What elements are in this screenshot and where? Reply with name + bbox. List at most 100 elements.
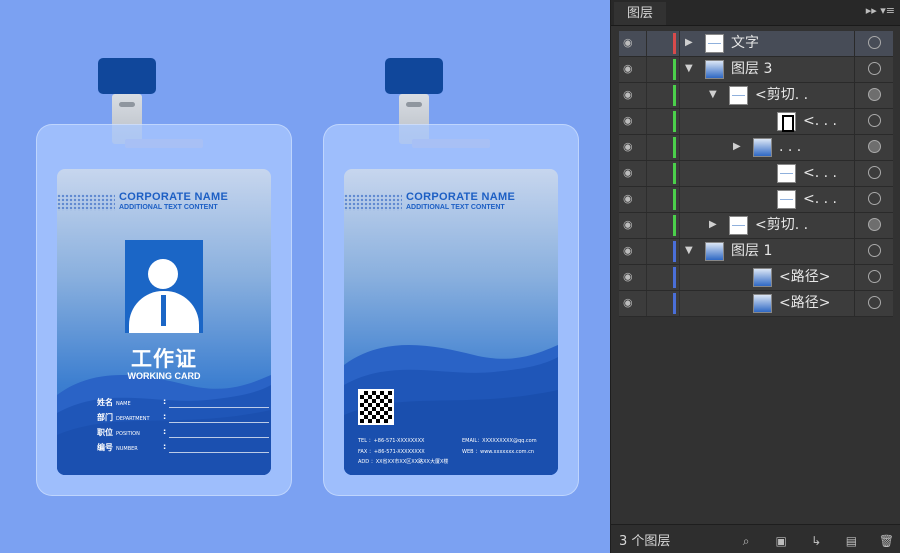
layer-row[interactable]: ◉ ▼ 图层 1 bbox=[619, 239, 893, 265]
contact-fax: FAX ：+86-571-XXXXXXXX bbox=[358, 449, 425, 455]
layer-thumbnail bbox=[729, 86, 748, 105]
collapsed-triangle-icon[interactable]: ▶ bbox=[685, 37, 693, 49]
eye-icon[interactable]: ◉ bbox=[623, 167, 637, 179]
eye-icon[interactable]: ◉ bbox=[623, 89, 637, 101]
field-colon: : bbox=[163, 427, 167, 436]
layer-row[interactable]: ◉ <路径> bbox=[619, 291, 893, 317]
target-circle-icon[interactable] bbox=[868, 166, 881, 179]
lock-slot[interactable] bbox=[646, 109, 647, 134]
eye-icon[interactable]: ◉ bbox=[623, 271, 637, 283]
layer-name[interactable]: <. . . bbox=[803, 163, 837, 184]
layer-name[interactable]: <路径> bbox=[779, 267, 830, 288]
layer-name[interactable]: 图层 1 bbox=[731, 241, 772, 262]
layer-row[interactable]: ◉ <. . . bbox=[619, 161, 893, 187]
new-layer-icon[interactable]: ▤ bbox=[843, 533, 860, 549]
field-label: 职位 bbox=[97, 428, 113, 437]
qr-code bbox=[358, 389, 394, 425]
target-circle-icon[interactable] bbox=[868, 36, 881, 49]
eye-icon[interactable]: ◉ bbox=[623, 63, 637, 75]
avatar-tie bbox=[161, 295, 166, 326]
dot-pattern bbox=[57, 194, 115, 211]
row-divider bbox=[679, 213, 680, 238]
target-circle-icon[interactable] bbox=[868, 114, 881, 127]
target-circle-icon[interactable] bbox=[868, 244, 881, 257]
layer-thumbnail bbox=[705, 34, 724, 53]
field-label-en: NUMBER bbox=[116, 446, 138, 452]
panel-tabbar: 图层 ▸▸ ▾≡ bbox=[611, 0, 900, 26]
layer-name[interactable]: <剪切. . bbox=[755, 215, 808, 236]
target-circle-icon[interactable] bbox=[868, 62, 881, 75]
badge-holder: CORPORATE NAME ADDITIONAL TEXT CONTENT T… bbox=[323, 124, 579, 496]
layer-row[interactable]: ◉ <. . . bbox=[619, 187, 893, 213]
lock-slot[interactable] bbox=[646, 31, 647, 56]
trash-icon[interactable]: 🗑 bbox=[878, 533, 895, 549]
layer-thumbnail bbox=[777, 164, 796, 183]
lock-slot[interactable] bbox=[646, 83, 647, 108]
layer-thumbnail bbox=[705, 242, 724, 261]
layer-row[interactable]: ◉ ▼ 图层 3 bbox=[619, 57, 893, 83]
layer-row[interactable]: ◉ ▼ <剪切. . bbox=[619, 83, 893, 109]
layer-name[interactable]: <路径> bbox=[779, 293, 830, 314]
layer-name[interactable]: <剪切. . bbox=[755, 85, 808, 106]
layers-list: ◉ ▶ 文字 ◉ ▼ 图层 3 ◉ ▼ <剪切. . ◉ <. . . ◉ ▶. . . ◉ <. . . ◉… bbox=[619, 31, 893, 317]
lock-slot[interactable] bbox=[646, 135, 647, 160]
row-divider bbox=[854, 239, 855, 264]
eye-icon[interactable]: ◉ bbox=[623, 297, 637, 309]
layer-name[interactable]: <. . . bbox=[803, 111, 837, 132]
row-divider bbox=[854, 31, 855, 56]
layer-name[interactable]: 文字 bbox=[731, 33, 759, 54]
eye-icon[interactable]: ◉ bbox=[623, 219, 637, 231]
eye-icon[interactable]: ◉ bbox=[623, 141, 637, 153]
eye-icon[interactable]: ◉ bbox=[623, 193, 637, 205]
collapsed-triangle-icon[interactable]: ▶ bbox=[733, 141, 741, 153]
layer-row[interactable]: ◉ <. . . bbox=[619, 109, 893, 135]
lock-slot[interactable] bbox=[646, 291, 647, 316]
row-divider bbox=[679, 187, 680, 212]
lock-slot[interactable] bbox=[646, 265, 647, 290]
row-divider bbox=[854, 57, 855, 82]
lock-slot[interactable] bbox=[646, 57, 647, 82]
target-circle-icon[interactable] bbox=[868, 192, 881, 205]
tab-layers[interactable]: 图层 bbox=[614, 2, 666, 25]
make-clip-mask-icon[interactable]: ▣ bbox=[773, 533, 790, 549]
field-line bbox=[169, 422, 269, 423]
layer-row[interactable]: ◉ ▶ <剪切. . bbox=[619, 213, 893, 239]
locate-object-icon[interactable]: ⌕ bbox=[738, 533, 755, 549]
holder-slot bbox=[125, 139, 203, 148]
expanded-triangle-icon[interactable]: ▼ bbox=[685, 245, 693, 257]
card-title: 工作证 bbox=[131, 347, 197, 371]
layer-row[interactable]: ◉ <路径> bbox=[619, 265, 893, 291]
target-circle-icon[interactable] bbox=[868, 218, 881, 231]
target-circle-icon[interactable] bbox=[868, 88, 881, 101]
layer-count: 3 个图层 bbox=[619, 534, 671, 549]
lock-slot[interactable] bbox=[646, 187, 647, 212]
lock-slot[interactable] bbox=[646, 239, 647, 264]
eye-icon[interactable]: ◉ bbox=[623, 37, 637, 49]
layer-name[interactable]: . . . bbox=[779, 137, 801, 158]
row-divider bbox=[854, 291, 855, 316]
field-position: 职位 POSITION : bbox=[97, 427, 269, 439]
collapsed-triangle-icon[interactable]: ▶ bbox=[709, 219, 717, 231]
target-circle-icon[interactable] bbox=[868, 270, 881, 283]
layer-row[interactable]: ◉ ▶ 文字 bbox=[619, 31, 893, 57]
row-divider bbox=[679, 57, 680, 82]
target-circle-icon[interactable] bbox=[868, 140, 881, 153]
panel-menu-icon[interactable]: ▸▸ ▾≡ bbox=[866, 4, 895, 17]
expanded-triangle-icon[interactable]: ▼ bbox=[685, 63, 693, 75]
target-circle-icon[interactable] bbox=[868, 296, 881, 309]
contact-tel: TEL ：+86-571-XXXXXXXX bbox=[358, 438, 425, 444]
row-divider bbox=[854, 213, 855, 238]
expanded-triangle-icon[interactable]: ▼ bbox=[709, 89, 717, 101]
eye-icon[interactable]: ◉ bbox=[623, 245, 637, 257]
field-colon: : bbox=[163, 397, 167, 406]
layer-name[interactable]: <. . . bbox=[803, 189, 837, 210]
row-divider bbox=[679, 83, 680, 108]
lock-slot[interactable] bbox=[646, 161, 647, 186]
layer-name[interactable]: 图层 3 bbox=[731, 59, 772, 80]
layer-color-bar bbox=[673, 137, 676, 158]
eye-icon[interactable]: ◉ bbox=[623, 115, 637, 127]
lock-slot[interactable] bbox=[646, 213, 647, 238]
layer-row[interactable]: ◉ ▶ . . . bbox=[619, 135, 893, 161]
row-divider bbox=[854, 161, 855, 186]
new-sublayer-icon[interactable]: ↳ bbox=[808, 533, 825, 549]
